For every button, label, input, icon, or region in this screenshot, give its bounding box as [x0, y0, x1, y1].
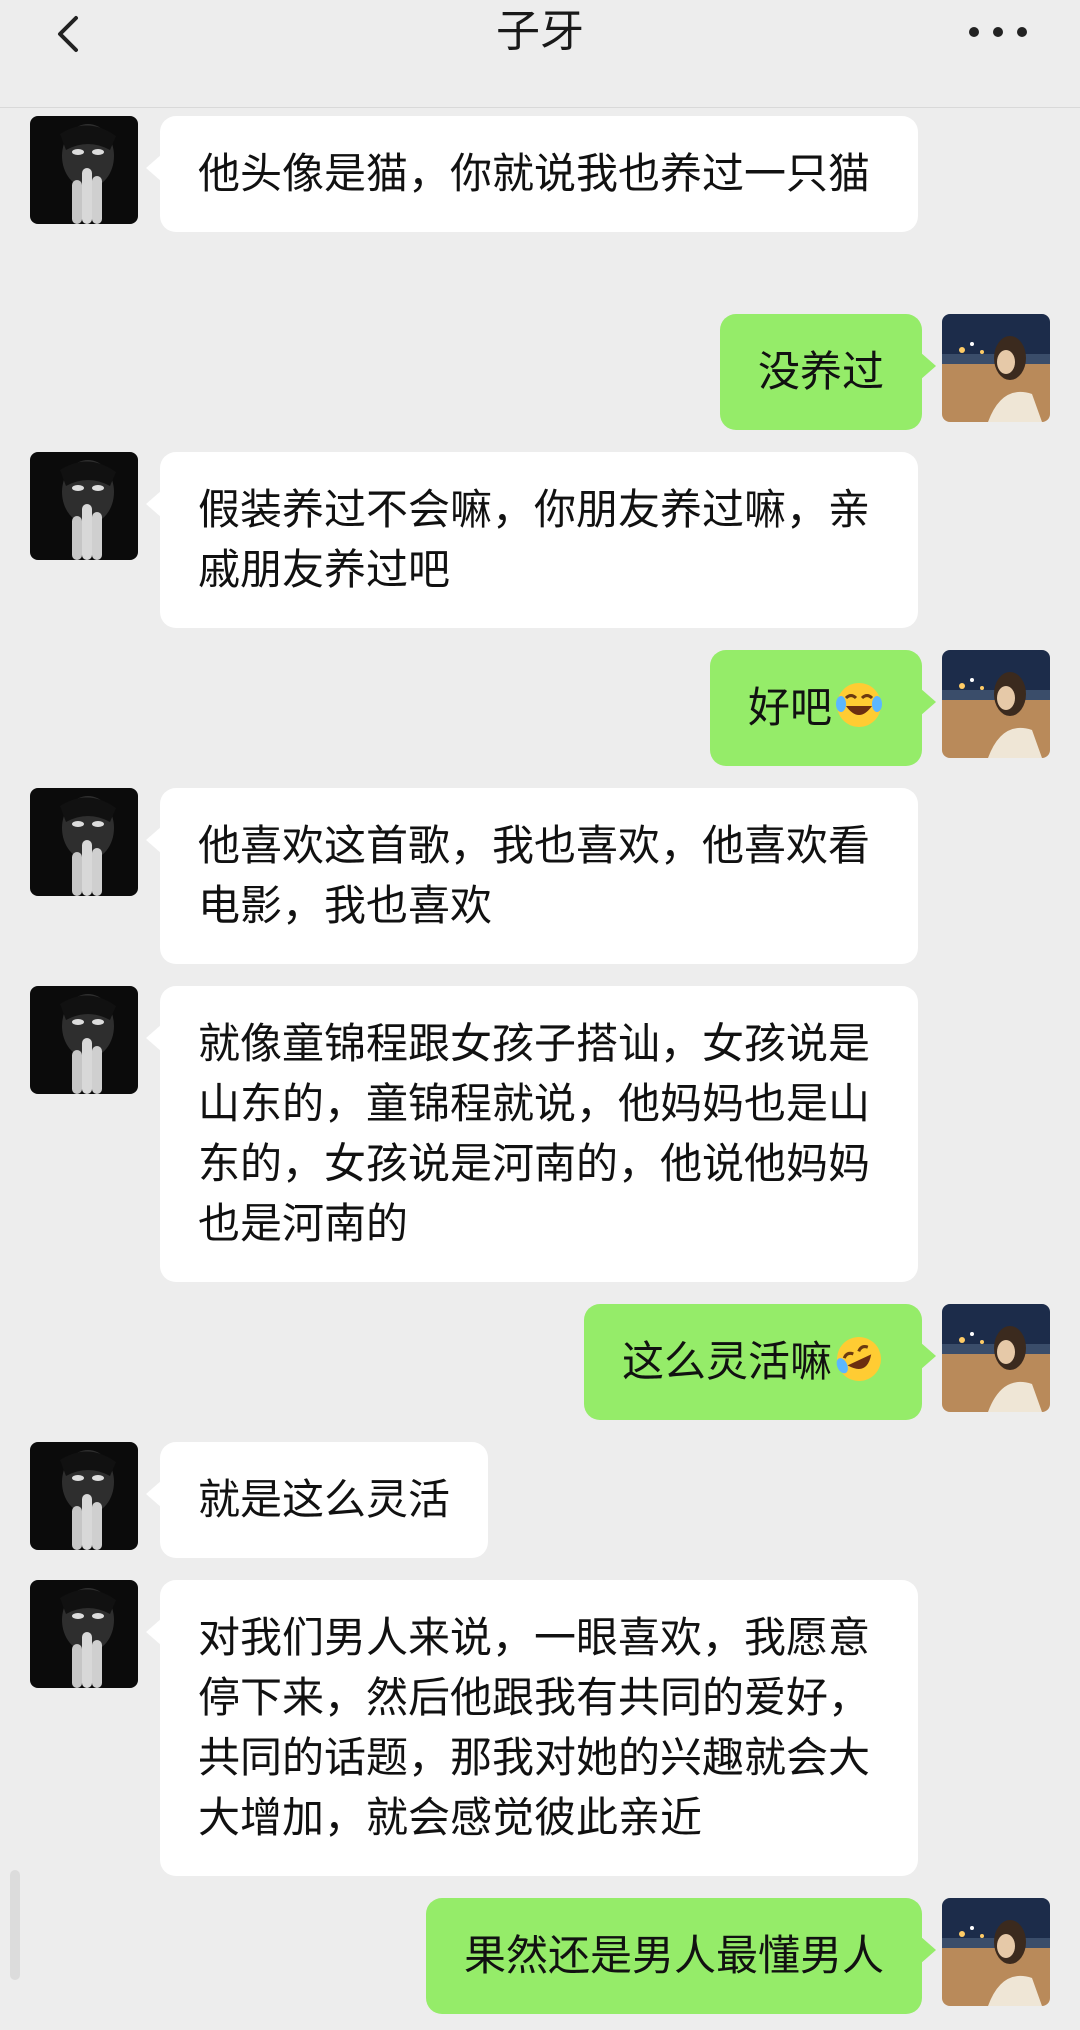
message-text: 他喜欢这首歌，我也喜欢，他喜欢看电影，我也喜欢: [198, 821, 871, 930]
contact-avatar[interactable]: [30, 986, 138, 1094]
user-avatar[interactable]: [942, 650, 1050, 758]
message-text: 没养过: [757, 347, 884, 396]
message-text: 对我们男人来说，一眼喜欢，我愿意停下来，然后他跟我有共同的爱好，共同的话题，那我…: [198, 1613, 871, 1842]
message-text: 就是这么灵活: [198, 1475, 451, 1524]
contact-avatar[interactable]: [30, 1442, 138, 1550]
chat-header: 子牙: [0, 0, 1080, 108]
message-text: 就像童锦程跟女孩子搭讪，女孩说是山东的，童锦程就说，他妈妈也是山东的，女孩说是河…: [198, 1019, 871, 1248]
message-bubble-incoming[interactable]: 他头像是猫，你就说我也养过一只猫: [146, 116, 918, 232]
message-bubble-incoming[interactable]: 就像童锦程跟女孩子搭讪，女孩说是山东的，童锦程就说，他妈妈也是山东的，女孩说是河…: [146, 986, 918, 1282]
message-bubble-incoming[interactable]: 就是这么灵活: [145, 1442, 489, 1558]
rolling-laughing-emoji-icon: [836, 1337, 881, 1381]
message-text: 假装养过不会嘛，你朋友养过嘛，亲戚朋友养过吧: [198, 485, 871, 594]
contact-avatar[interactable]: [30, 788, 138, 896]
message-bubble-outgoing[interactable]: 好吧: [709, 650, 937, 766]
message-bubble-incoming[interactable]: 假装养过不会嘛，你朋友养过嘛，亲戚朋友养过吧: [146, 452, 918, 628]
message-bubble-incoming[interactable]: 对我们男人来说，一眼喜欢，我愿意停下来，然后他跟我有共同的爱好，共同的话题，那我…: [146, 1580, 918, 1876]
contact-avatar[interactable]: [30, 116, 138, 224]
contact-avatar[interactable]: [30, 452, 138, 560]
contact-avatar[interactable]: [30, 1580, 138, 1688]
message-bubble-outgoing[interactable]: 果然还是男人最懂男人: [425, 1898, 937, 2014]
message-bubble-incoming[interactable]: 他喜欢这首歌，我也喜欢，他喜欢看电影，我也喜欢: [146, 788, 918, 964]
laughing-tears-emoji-icon: [836, 683, 882, 727]
chat-title: 子牙: [496, 6, 584, 57]
message-text: 好吧: [747, 683, 832, 732]
scroll-indicator[interactable]: [10, 1870, 20, 1980]
user-avatar[interactable]: [942, 1304, 1050, 1412]
message-text: 他头像是猫，你就说我也养过一只猫: [198, 149, 871, 198]
message-bubble-outgoing[interactable]: 这么灵活嘛: [583, 1304, 937, 1420]
user-avatar[interactable]: [942, 314, 1050, 422]
more-options-icon[interactable]: [966, 22, 1030, 42]
message-text: 这么灵活嘛: [621, 1337, 832, 1386]
message-bubble-outgoing[interactable]: 没养过: [719, 314, 937, 430]
message-text: 果然还是男人最懂男人: [463, 1931, 884, 1980]
user-avatar[interactable]: [942, 1898, 1050, 2006]
